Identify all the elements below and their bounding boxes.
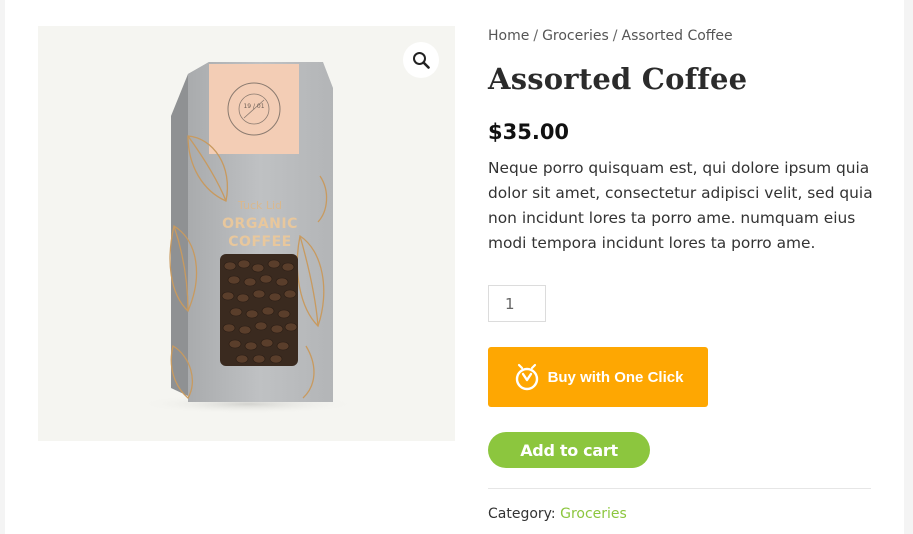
- bag-title-line2: COFFEE: [228, 234, 291, 250]
- label-number: 19 / 01: [243, 103, 264, 110]
- one-click-checkout-icon: [515, 363, 538, 391]
- divider: [488, 488, 871, 489]
- breadcrumb-separator: /: [612, 28, 618, 44]
- breadcrumb-separator: /: [533, 28, 539, 44]
- product-page: 19 / 01 Tuck Lid ORGANIC COFFEE Home / G…: [5, 0, 904, 534]
- breadcrumb-groceries[interactable]: Groceries: [542, 28, 609, 44]
- bag-title-line1: ORGANIC: [222, 216, 298, 232]
- product-description: Neque porro quisquam est, qui dolore ips…: [488, 159, 873, 252]
- bag-tagline: Tuck Lid: [237, 199, 282, 212]
- magnifier-icon: [413, 52, 430, 69]
- breadcrumb-home[interactable]: Home: [488, 28, 529, 44]
- breadcrumb-current: Assorted Coffee: [621, 28, 733, 44]
- buy-with-one-click-label: Buy with One Click: [547, 368, 684, 386]
- buy-with-one-click-button[interactable]: Buy with One Click: [488, 347, 708, 407]
- product-meta: Category: Groceries: [488, 506, 627, 522]
- quantity-input[interactable]: [488, 285, 546, 322]
- zoom-button[interactable]: [403, 42, 439, 78]
- add-to-cart-button[interactable]: Add to cart: [488, 432, 650, 468]
- product-title: Assorted Coffee: [488, 62, 748, 96]
- product-gallery: 19 / 01 Tuck Lid ORGANIC COFFEE: [38, 26, 455, 441]
- breadcrumb: Home / Groceries / Assorted Coffee: [488, 28, 733, 44]
- category-label: Category:: [488, 506, 556, 522]
- category-link-groceries[interactable]: Groceries: [560, 506, 627, 522]
- product-image: 19 / 01 Tuck Lid ORGANIC COFFEE: [138, 62, 358, 414]
- product-price: $35.00: [488, 120, 570, 144]
